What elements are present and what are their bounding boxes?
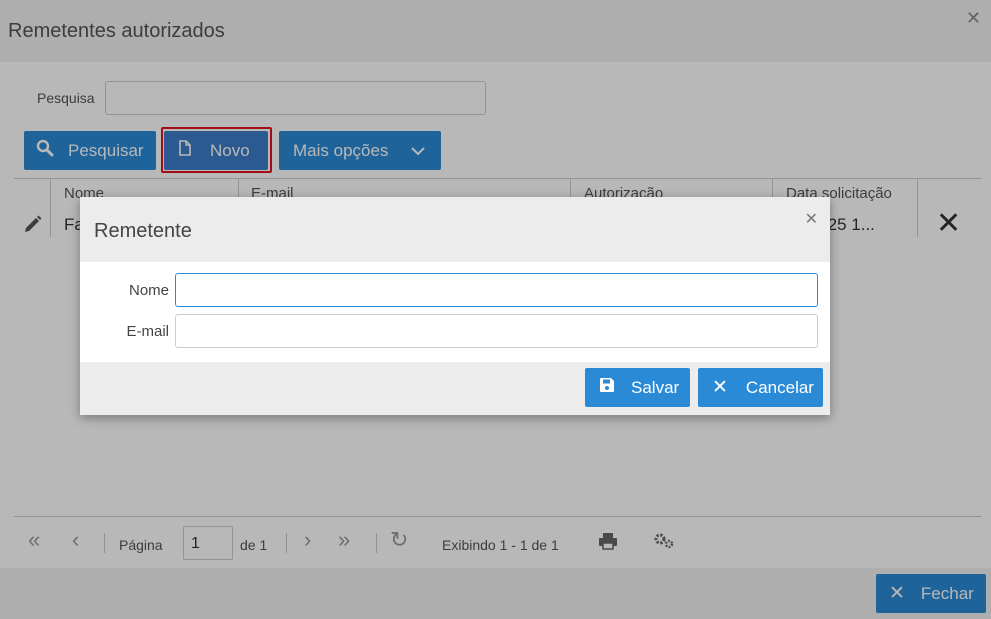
cancel-button[interactable]: ✕ Cancelar	[698, 368, 823, 407]
modal-close-icon[interactable]: ✕	[805, 209, 818, 229]
email-label: E-mail	[126, 323, 169, 340]
modal-header: Remetente ✕	[80, 197, 830, 262]
save-button[interactable]: Salvar	[585, 368, 690, 407]
modal-title: Remetente	[94, 220, 192, 242]
cancel-button-label: Cancelar	[745, 377, 814, 397]
close-icon: ✕	[712, 377, 728, 398]
email-input[interactable]	[175, 314, 818, 348]
save-button-label: Salvar	[631, 377, 680, 397]
sender-modal: Remetente ✕ Nome E-mail Salvar ✕ Cancela…	[80, 197, 830, 415]
name-input[interactable]	[175, 273, 818, 307]
save-icon	[599, 377, 615, 398]
name-label: Nome	[128, 282, 169, 299]
